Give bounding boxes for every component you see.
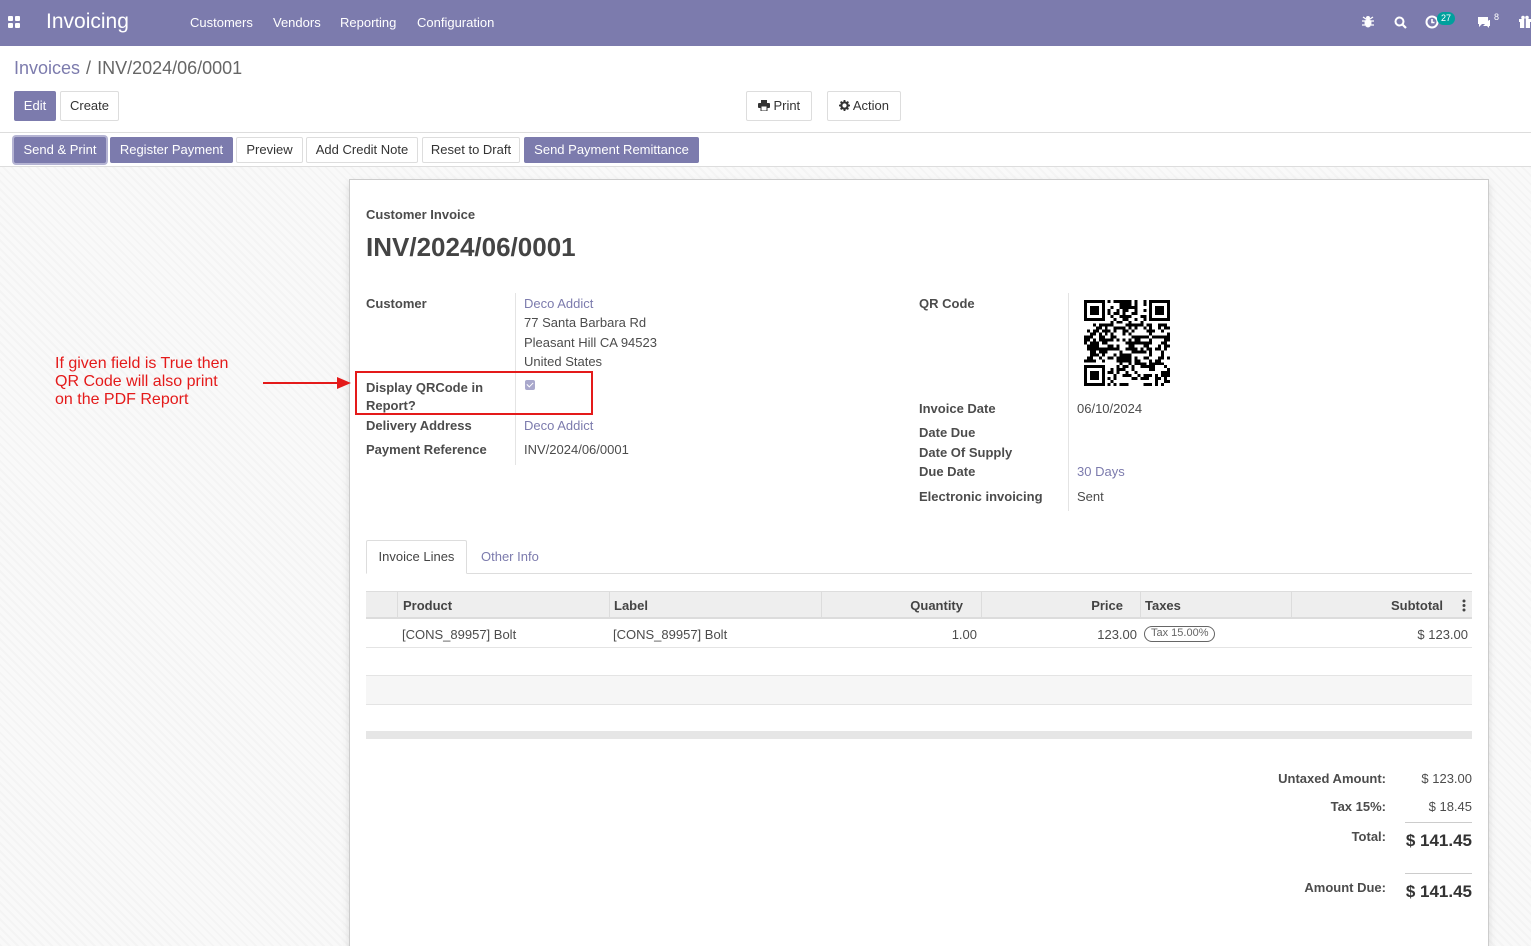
header-taxes[interactable]: Taxes: [1145, 598, 1181, 613]
annotation-note: If given field is True then QR Code will…: [55, 355, 229, 408]
breadcrumb-invoices[interactable]: Invoices: [14, 58, 80, 78]
menu-reporting[interactable]: Reporting: [340, 15, 396, 30]
bug-icon[interactable]: [1361, 15, 1375, 29]
invoice-number: INV/2024/06/0001: [366, 232, 576, 262]
gift-icon[interactable]: [1519, 15, 1531, 29]
print-label: Print: [773, 98, 801, 113]
customer-link[interactable]: Deco Addict: [524, 296, 593, 311]
invoice-type: Customer Invoice: [366, 207, 476, 222]
header-separator: [981, 592, 982, 618]
row-product[interactable]: [CONS_89957] Bolt: [402, 627, 516, 642]
qr-code-label: QR Code: [919, 296, 975, 311]
tab-other-info[interactable]: Other Info: [481, 549, 539, 564]
activity-count-badge: 27: [1437, 12, 1456, 25]
breadcrumb: Invoices / INV/2024/06/0001: [14, 58, 242, 79]
amount-due-divider: [1405, 873, 1472, 874]
invoice-form-sheet: Customer Invoice INV/2024/06/0001 Custom…: [349, 179, 1489, 946]
gear-icon: [838, 100, 850, 111]
tax-value: $ 18.45: [1428, 799, 1472, 814]
reset-to-draft-button[interactable]: Reset to Draft: [422, 137, 520, 163]
table-row-divider: [366, 704, 1472, 705]
header-price[interactable]: Price: [1026, 598, 1123, 613]
edit-button[interactable]: Edit: [14, 91, 56, 121]
delivery-address-link[interactable]: Deco Addict: [524, 418, 593, 433]
header-separator: [821, 592, 822, 618]
date-of-supply-label: Date Of Supply: [919, 445, 1013, 460]
annotation-highlight-box: [355, 371, 593, 415]
invoice-lines-header: Product Label Quantity Price Taxes Subto…: [366, 591, 1472, 619]
chat-icon[interactable]: [1477, 16, 1491, 29]
payment-reference-label: Payment Reference: [366, 442, 487, 457]
due-date-value[interactable]: 30 Days: [1077, 464, 1125, 479]
app-name[interactable]: Invoicing: [46, 10, 129, 34]
invoice-date-value[interactable]: 06/10/2024: [1077, 401, 1142, 416]
header-quantity[interactable]: Quantity: [866, 598, 963, 613]
menu-vendors[interactable]: Vendors: [273, 15, 321, 30]
header-separator: [1140, 592, 1141, 618]
date-due-label: Date Due: [919, 425, 976, 440]
table-row-divider: [366, 647, 1472, 648]
header-label[interactable]: Label: [614, 598, 648, 613]
printer-icon: [757, 100, 770, 112]
add-credit-note-button[interactable]: Add Credit Note: [306, 137, 418, 163]
send-payment-remittance-button[interactable]: Send Payment Remittance: [524, 137, 699, 163]
message-count: 8: [1494, 12, 1500, 22]
electronic-invoicing-value: Sent: [1077, 489, 1104, 504]
address-line-2: Pleasant Hill CA 94523: [524, 335, 657, 350]
qr-code-graphic: [1084, 300, 1170, 386]
untaxed-amount-value: $ 123.00: [1421, 771, 1472, 786]
row-quantity[interactable]: 1.00: [877, 627, 977, 642]
table-footer: [366, 731, 1472, 739]
header-separator: [1291, 592, 1292, 618]
action-button[interactable]: Action: [827, 91, 901, 121]
address-line-1: 77 Santa Barbara Rd: [524, 315, 647, 330]
header-separator: [609, 592, 610, 618]
menu-configuration[interactable]: Configuration: [417, 15, 494, 30]
apps-grid-icon[interactable]: [8, 16, 21, 29]
qr-code-image: [1084, 300, 1170, 386]
header-subtotal[interactable]: Subtotal: [1346, 598, 1443, 613]
breadcrumb-current: INV/2024/06/0001: [97, 58, 243, 78]
send-print-button[interactable]: Send & Print: [14, 137, 106, 163]
control-panel-divider: [0, 132, 1531, 133]
total-divider: [1405, 822, 1472, 823]
row-tax-tag[interactable]: Tax 15.00%: [1144, 626, 1216, 642]
breadcrumb-separator: /: [86, 58, 92, 78]
tabs-divider: [366, 573, 1472, 574]
preview-button[interactable]: Preview: [236, 137, 303, 163]
header-separator: [397, 592, 398, 618]
row-label[interactable]: [CONS_89957] Bolt: [613, 627, 727, 642]
customer-label: Customer: [366, 296, 427, 311]
amount-due-value: $ 141.45: [1405, 882, 1472, 901]
tab-invoice-lines[interactable]: Invoice Lines: [366, 540, 467, 574]
menu-customers[interactable]: Customers: [190, 15, 253, 30]
register-payment-button[interactable]: Register Payment: [110, 137, 233, 163]
action-label: Action: [852, 98, 890, 113]
search-icon[interactable]: [1394, 16, 1407, 29]
right-group-divider: [1068, 293, 1069, 511]
due-date-label: Due Date: [919, 464, 976, 479]
total-value: $ 141.45: [1405, 831, 1472, 850]
create-button[interactable]: Create: [60, 91, 119, 121]
header-product[interactable]: Product: [403, 598, 452, 613]
payment-reference-value[interactable]: INV/2024/06/0001: [524, 442, 629, 457]
optional-columns-icon[interactable]: [1462, 599, 1466, 612]
annotation-arrow-icon: [263, 377, 351, 389]
print-button[interactable]: Print: [746, 91, 812, 121]
row-subtotal: $ 123.00: [1417, 627, 1468, 642]
row-price[interactable]: 123.00: [1037, 627, 1137, 642]
table-empty-row: [366, 676, 1472, 704]
invoice-date-label: Invoice Date: [919, 401, 996, 416]
electronic-invoicing-label: Electronic invoicing: [919, 489, 1043, 504]
delivery-address-label: Delivery Address: [366, 418, 472, 433]
table-row-divider: [366, 675, 1472, 676]
address-line-3: United States: [524, 354, 603, 369]
top-navbar: Invoicing Customers Vendors Reporting Co…: [0, 0, 1531, 46]
